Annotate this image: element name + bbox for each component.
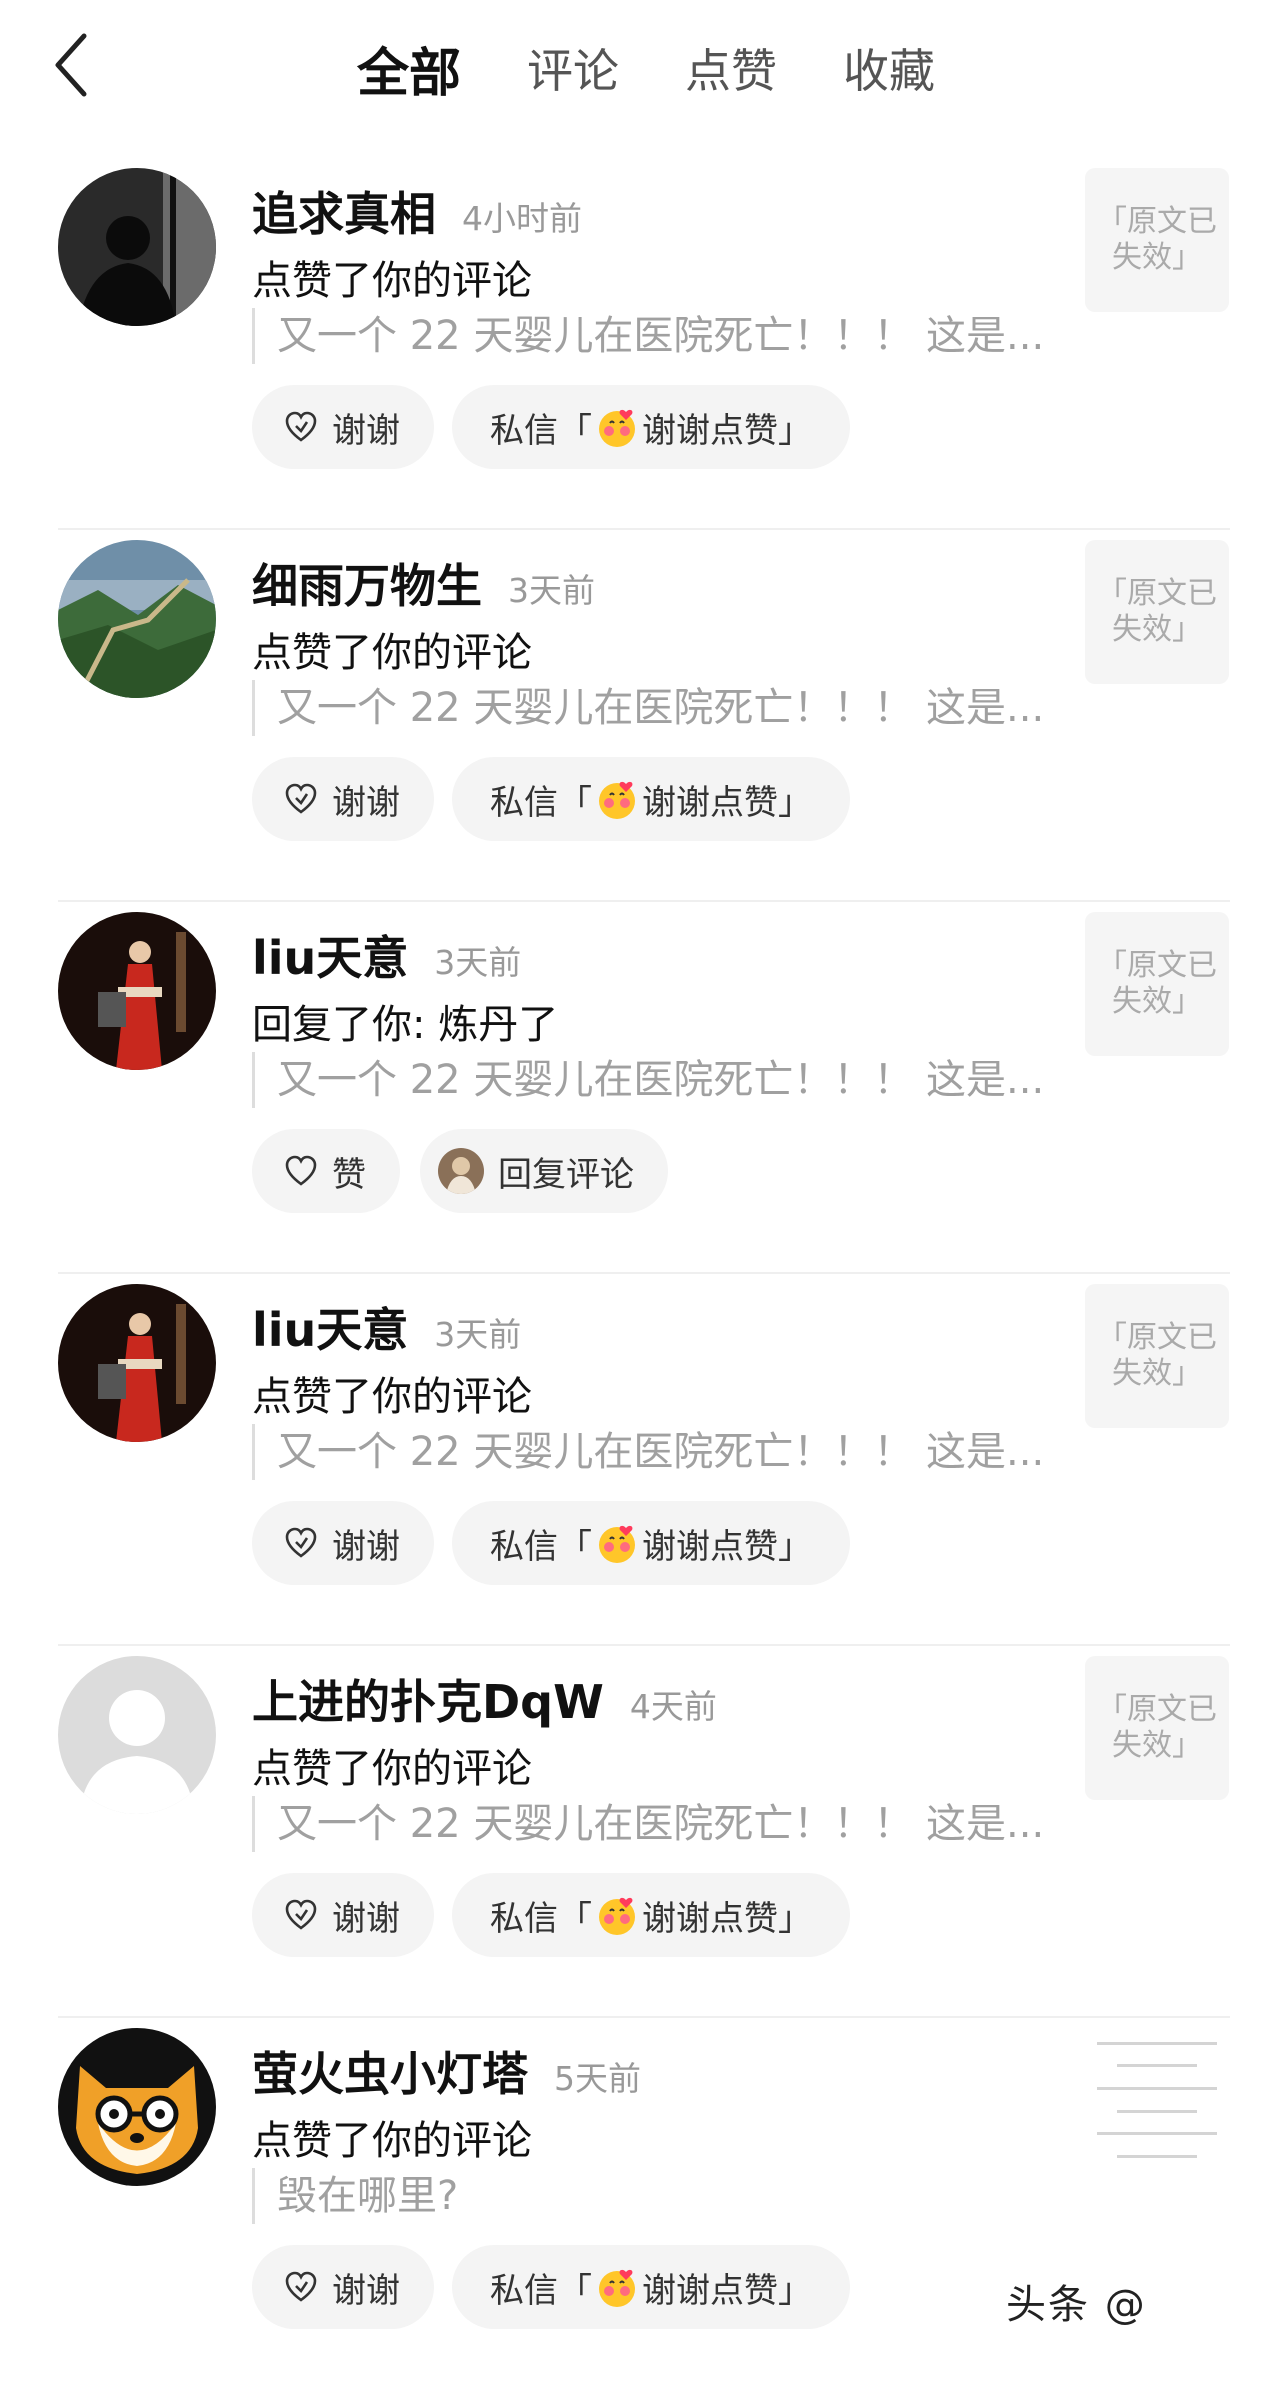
like-button[interactable]: 赞: [252, 1129, 400, 1213]
dm-text: 谢谢点赞」: [642, 782, 812, 823]
user-name[interactable]: liu天意: [252, 1294, 408, 1360]
original-post-thumbnail[interactable]: 「原文已 失效」: [1085, 1656, 1229, 1800]
private-message-button[interactable]: 私信「 谢谢点赞」: [452, 1501, 850, 1585]
notification-item[interactable]: 追求真相 4小时前 点赞了你的评论 又一个 22 天婴儿在医院死亡！！！ 这是.…: [0, 158, 1280, 530]
original-post-thumbnail[interactable]: 「原文已 失效」: [1085, 1284, 1229, 1428]
reply-label: 回复评论: [498, 1154, 634, 1195]
avatar[interactable]: [58, 168, 216, 326]
timestamp: 4小时前: [462, 199, 582, 238]
doc-line: [1097, 2132, 1217, 2136]
notification-item[interactable]: liu天意 3天前 回复了你: 炼丹了 又一个 22 天婴儿在医院死亡！！！ 这…: [0, 902, 1280, 1274]
quoted-comment[interactable]: 又一个 22 天婴儿在医院死亡！！！ 这是...: [252, 680, 1044, 736]
thanks-label: 谢谢: [332, 2270, 400, 2311]
original-post-thumbnail[interactable]: 「原文已 失效」: [1085, 540, 1229, 684]
emoji-icon: [599, 1897, 635, 1935]
thanks-label: 谢谢: [332, 782, 400, 823]
private-message-button[interactable]: 私信「 谢谢点赞」: [452, 385, 850, 469]
dm-text: 谢谢点赞」: [642, 2270, 812, 2311]
tab-all[interactable]: 全部: [357, 31, 461, 106]
heart-thanks-icon: [285, 1527, 317, 1558]
notification-item[interactable]: liu天意 3天前 点赞了你的评论 又一个 22 天婴儿在医院死亡！！！ 这是.…: [0, 1274, 1280, 1646]
action-text: 点赞了你的评论: [252, 2118, 532, 2164]
private-message-button[interactable]: 私信「 谢谢点赞」: [452, 2245, 850, 2329]
thanks-label: 谢谢: [332, 410, 400, 451]
tab-comments[interactable]: 评论: [527, 35, 619, 101]
action-text: 点赞了你的评论: [252, 630, 532, 676]
notification-item[interactable]: 细雨万物生 3天前 点赞了你的评论 又一个 22 天婴儿在医院死亡！！！ 这是.…: [0, 530, 1280, 902]
quoted-comment[interactable]: 又一个 22 天婴儿在医院死亡！！！ 这是...: [252, 308, 1044, 364]
user-name[interactable]: 萤火虫小灯塔: [252, 2038, 528, 2104]
heart-thanks-icon: [285, 1899, 317, 1930]
heart-outline-icon: [285, 1155, 317, 1186]
doc-line: [1097, 2041, 1217, 2045]
thanks-button[interactable]: 谢谢: [252, 1501, 434, 1585]
doc-line: [1117, 2155, 1197, 2159]
timestamp: 3天前: [434, 1315, 522, 1354]
thanks-button[interactable]: 谢谢: [252, 1873, 434, 1957]
thanks-label: 谢谢: [332, 1526, 400, 1567]
notification-item[interactable]: 萤火虫小灯塔 5天前 点赞了你的评论 毁在哪里? 谢谢 私信「 谢谢点赞」: [0, 2018, 1280, 2390]
avatar[interactable]: [58, 1656, 216, 1814]
thanks-label: 谢谢: [332, 1898, 400, 1939]
top-nav: 全部 评论 点赞 收藏: [0, 0, 1280, 140]
user-name[interactable]: 上进的扑克DqW: [252, 1666, 604, 1732]
avatar: [438, 1148, 484, 1194]
dm-prefix: 私信「: [490, 1898, 592, 1939]
original-post-thumbnail[interactable]: 「原文已 失效」: [1085, 912, 1229, 1056]
private-message-button[interactable]: 私信「 谢谢点赞」: [452, 1873, 850, 1957]
tab-favorites[interactable]: 收藏: [843, 35, 935, 101]
dm-prefix: 私信「: [490, 2270, 592, 2311]
heart-thanks-icon: [285, 411, 317, 442]
reply-comment-button[interactable]: 回复评论: [420, 1129, 668, 1213]
tab-bar: 全部 评论 点赞 收藏: [357, 28, 1001, 108]
avatar[interactable]: [58, 2028, 216, 2186]
tab-likes[interactable]: 点赞: [685, 35, 777, 101]
quoted-comment[interactable]: 毁在哪里?: [252, 2168, 458, 2224]
action-text: 点赞了你的评论: [252, 1374, 532, 1420]
quoted-comment[interactable]: 又一个 22 天婴儿在医院死亡！！！ 这是...: [252, 1052, 1044, 1108]
avatar[interactable]: [58, 1284, 216, 1442]
timestamp: 3天前: [508, 571, 595, 610]
private-message-button[interactable]: 私信「 谢谢点赞」: [452, 757, 850, 841]
dm-prefix: 私信「: [490, 782, 592, 823]
user-name[interactable]: 细雨万物生: [252, 550, 482, 616]
thanks-button[interactable]: 谢谢: [252, 385, 434, 469]
original-post-thumbnail[interactable]: 「原文已 失效」: [1085, 168, 1229, 312]
quoted-comment[interactable]: 又一个 22 天婴儿在医院死亡！！！ 这是...: [252, 1424, 1044, 1480]
action-text: 回复了你: 炼丹了: [252, 1002, 559, 1048]
document-thumbnail[interactable]: [1085, 2028, 1229, 2172]
doc-line: [1097, 2087, 1217, 2091]
thanks-button[interactable]: 谢谢: [252, 2245, 434, 2329]
notification-item[interactable]: 上进的扑克DqW 4天前 点赞了你的评论 又一个 22 天婴儿在医院死亡！！！ …: [0, 1646, 1280, 2018]
emoji-icon: [599, 2269, 635, 2307]
dm-prefix: 私信「: [490, 1526, 592, 1567]
action-text: 点赞了你的评论: [252, 1746, 532, 1792]
back-button[interactable]: [48, 30, 98, 100]
emoji-icon: [599, 1525, 635, 1563]
dm-text: 谢谢点赞」: [642, 1898, 812, 1939]
chevron-left-icon: [55, 33, 87, 97]
heart-thanks-icon: [285, 783, 317, 814]
quoted-comment[interactable]: 又一个 22 天婴儿在医院死亡！！！ 这是...: [252, 1796, 1044, 1852]
doc-line: [1117, 2064, 1197, 2068]
thanks-button[interactable]: 谢谢: [252, 757, 434, 841]
timestamp: 3天前: [434, 943, 522, 982]
timestamp: 5天前: [554, 2059, 641, 2098]
watermark: 头条 @: [1006, 2282, 1147, 2328]
doc-line: [1117, 2109, 1197, 2113]
user-name[interactable]: liu天意: [252, 922, 408, 988]
avatar[interactable]: [58, 912, 216, 1070]
like-label: 赞: [332, 1154, 366, 1195]
dm-prefix: 私信「: [490, 410, 592, 451]
notification-list: 追求真相 4小时前 点赞了你的评论 又一个 22 天婴儿在医院死亡！！！ 这是.…: [0, 158, 1280, 2390]
avatar[interactable]: [58, 540, 216, 698]
dm-text: 谢谢点赞」: [642, 410, 812, 451]
user-name[interactable]: 追求真相: [252, 178, 436, 244]
timestamp: 4天前: [629, 1687, 717, 1726]
action-text: 点赞了你的评论: [252, 258, 532, 304]
heart-thanks-icon: [285, 2271, 317, 2302]
emoji-icon: [599, 409, 635, 447]
emoji-icon: [599, 781, 635, 819]
dm-text: 谢谢点赞」: [642, 1526, 812, 1567]
